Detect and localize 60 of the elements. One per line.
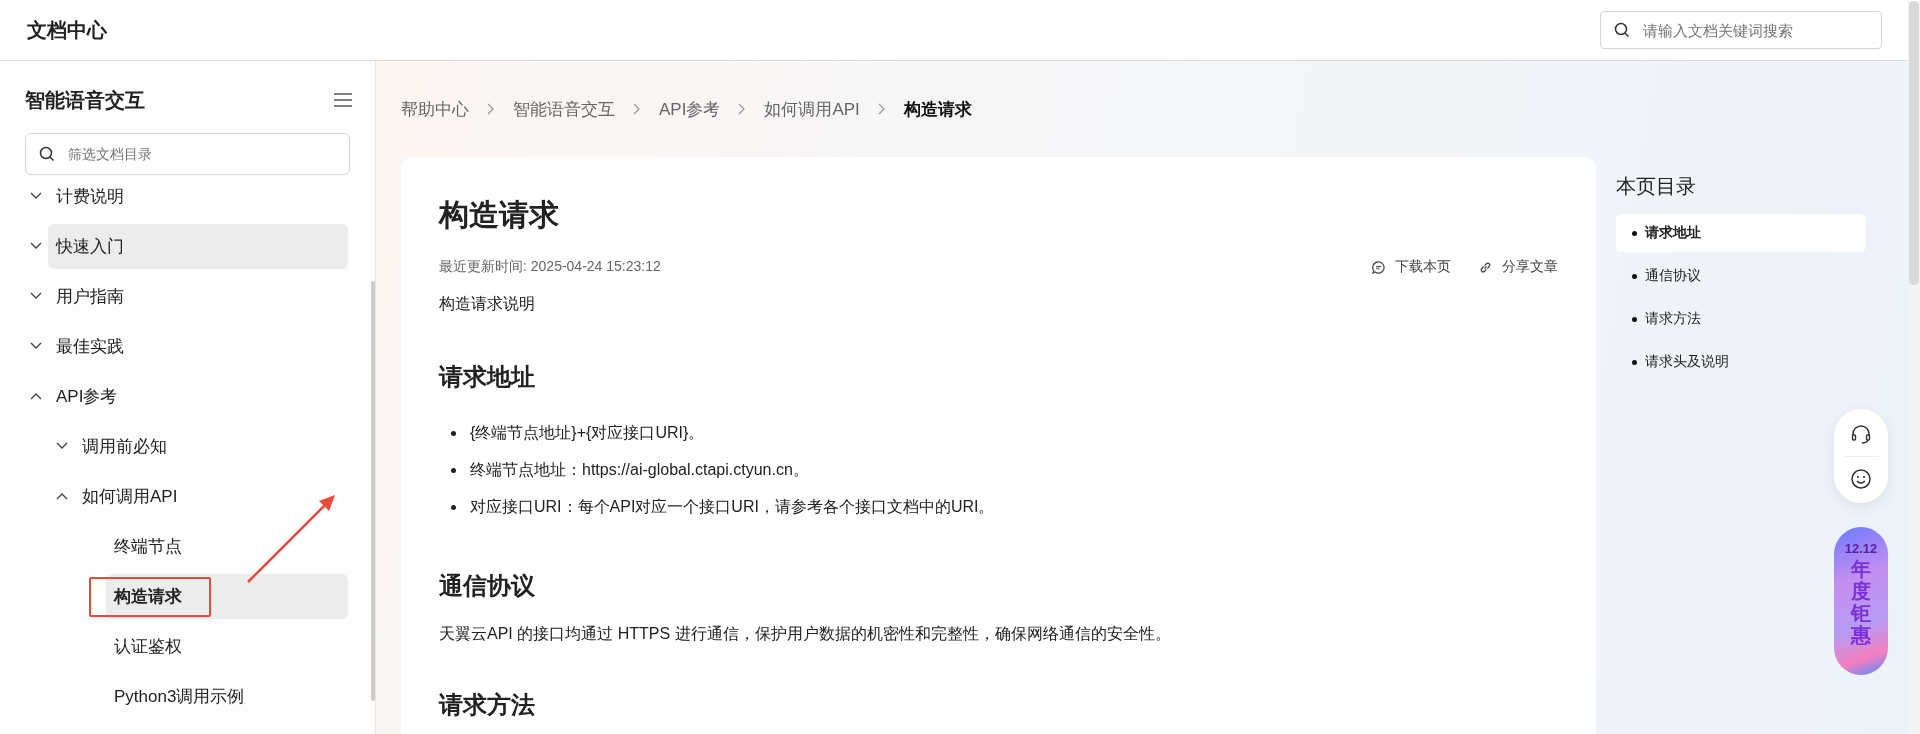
chat-icon	[1372, 260, 1385, 274]
toc-item[interactable]: 请求方法	[1616, 300, 1866, 338]
toc-title: 本页目录	[1616, 174, 1697, 199]
caret-icon[interactable]	[56, 492, 68, 500]
caret-icon[interactable]	[30, 392, 42, 400]
nav-item[interactable]: 计费说明	[48, 179, 348, 219]
intro-text: 构造请求说明	[439, 294, 536, 314]
breadcrumb-link[interactable]: 智能语音交互	[513, 97, 615, 121]
nav-item[interactable]: 终端节点	[106, 523, 348, 569]
bullet-icon	[451, 505, 456, 510]
breadcrumb-link[interactable]: 如何调用API	[764, 97, 860, 121]
caret-icon[interactable]	[30, 192, 42, 200]
bullet-text: 终端节点地址：https://ai-global.ctapi.ctyun.cn。	[470, 460, 809, 480]
bullet-icon	[451, 431, 456, 436]
scrollbar[interactable]	[1908, 1, 1920, 734]
menu-icon[interactable]	[334, 93, 352, 107]
breadcrumb-link[interactable]: 帮助中心	[401, 97, 469, 121]
search-icon	[1614, 22, 1630, 38]
bullet-icon	[451, 468, 456, 473]
nav-item[interactable]: 构造请求	[106, 573, 348, 619]
chevron-icon	[738, 103, 747, 115]
scrollbar-thumb[interactable]	[1909, 1, 1919, 285]
chevron-icon	[877, 103, 886, 115]
caret-icon[interactable]	[30, 292, 42, 300]
headset-icon[interactable]	[1850, 422, 1872, 445]
product-title: 智能语音交互	[25, 87, 145, 113]
toc-item[interactable]: 请求地址	[1616, 214, 1866, 252]
toc-item[interactable]: 通信协议	[1616, 257, 1866, 295]
chevron-icon	[487, 103, 495, 115]
section-heading: 通信协议	[439, 571, 536, 601]
site-title: 文档中心	[27, 17, 107, 43]
smiley-icon[interactable]	[1850, 467, 1872, 490]
toc-item[interactable]: 请求头及说明	[1616, 343, 1866, 381]
chevron-icon	[633, 103, 641, 115]
filter-field[interactable]: 筛选文档目录	[25, 133, 350, 175]
section-heading: 请求方法	[439, 690, 536, 720]
nav-item[interactable]: 如何调用API	[74, 473, 348, 519]
nav-item[interactable]: 用户指南	[48, 273, 348, 319]
search-field[interactable]: 请输入文档关键词搜索	[1600, 11, 1882, 49]
paragraph: 天翼云API 的接口均通过 HTTPS 进行通信，保护用户数据的机密性和完整性，确保网络通信的安全性。	[439, 624, 1172, 644]
bullet-text: 对应接口URI：每个API对应一个接口URI，请参考各个接口文档中的URI。	[470, 497, 995, 517]
link-icon	[1479, 260, 1492, 274]
search-icon	[39, 146, 55, 162]
scrollbar-thumb[interactable]	[371, 281, 375, 701]
article-action[interactable]: 下载本页	[1372, 258, 1451, 276]
nav-item[interactable]: 认证鉴权	[106, 623, 348, 669]
breadcrumb-link[interactable]: API参考	[659, 97, 721, 121]
nav-item[interactable]: Python3调用示例	[106, 673, 348, 719]
bullet-text: {终端节点地址}+{对应接口URI}。	[470, 423, 705, 443]
nav-item[interactable]: 调用前必知	[74, 423, 348, 469]
caret-icon[interactable]	[56, 442, 68, 450]
section-heading: 请求地址	[439, 362, 536, 392]
nav-item[interactable]: 快速入门	[48, 223, 348, 269]
update-time: 最近更新时间: 2025-04-24 15:23:12	[439, 258, 661, 276]
caret-icon[interactable]	[30, 242, 42, 250]
nav-item[interactable]: API参考	[48, 373, 348, 419]
article-title: 构造请求	[439, 197, 560, 233]
article-action[interactable]: 分享文章	[1479, 258, 1558, 276]
nav-item[interactable]: 最佳实践	[48, 323, 348, 369]
caret-icon[interactable]	[30, 342, 42, 350]
